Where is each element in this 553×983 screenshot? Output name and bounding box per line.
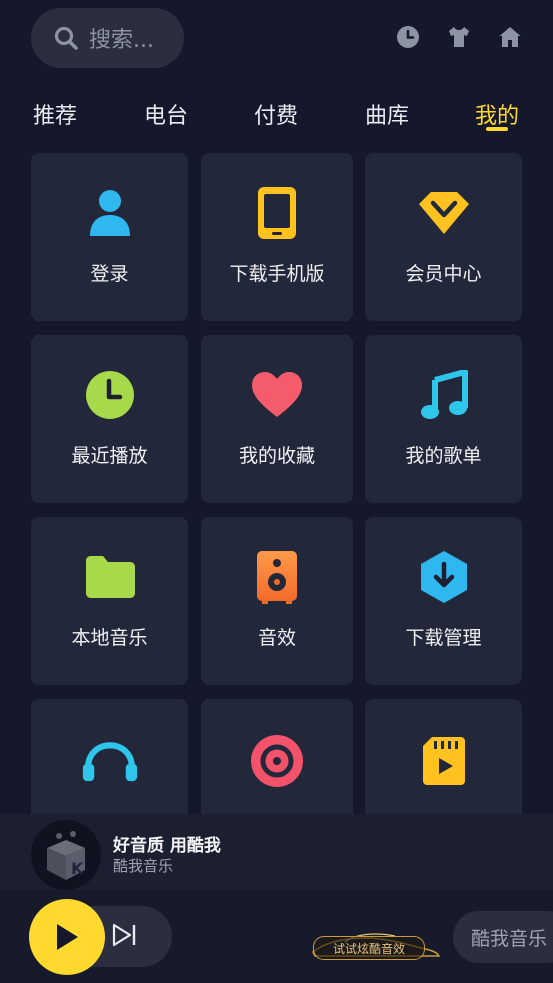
tile-label: 我的歌单 xyxy=(405,445,482,467)
tile-label: 音效 xyxy=(257,627,296,649)
tile-label: 下载管理 xyxy=(405,627,482,649)
tab-paid[interactable]: 付费 xyxy=(254,98,298,130)
tile-recent-play[interactable]: 最近播放 xyxy=(31,335,188,503)
tile-label: 下载手机版 xyxy=(229,263,325,285)
speaker-icon xyxy=(249,549,305,605)
play-button[interactable] xyxy=(29,899,105,975)
phone-icon xyxy=(249,185,305,241)
clock-icon xyxy=(82,367,138,423)
tab-library[interactable]: 曲库 xyxy=(365,98,409,130)
search-placeholder: 搜索... xyxy=(89,28,154,53)
tile-headphones[interactable] xyxy=(31,699,188,829)
play-icon xyxy=(57,924,78,950)
kuwo-logo-icon: K xyxy=(47,831,85,880)
player-controls: 试试炫酷音效 酷我音乐 xyxy=(0,890,553,983)
tile-video-card[interactable] xyxy=(365,699,522,829)
download-icon xyxy=(416,549,472,605)
top-toolbar xyxy=(395,24,523,50)
tile-vinyl[interactable] xyxy=(201,699,353,829)
tile-my-playlists[interactable]: 我的歌单 xyxy=(365,335,522,503)
app-name-pill[interactable]: 酷我音乐 xyxy=(453,911,553,963)
tile-label: 最近播放 xyxy=(71,445,148,467)
tile-download-mobile[interactable]: 下载手机版 xyxy=(201,153,353,321)
track-artist: 酷我音乐 xyxy=(113,857,174,875)
skin-shirt-icon[interactable] xyxy=(446,24,472,50)
tab-radio[interactable]: 电台 xyxy=(144,98,188,130)
tile-favorites[interactable]: 我的收藏 xyxy=(201,335,353,503)
vip-diamond-icon xyxy=(416,185,472,241)
music-note-icon xyxy=(416,367,472,423)
track-title: 好音质 用酷我 xyxy=(113,836,221,856)
search-bar[interactable]: 搜索... xyxy=(31,8,184,68)
tab-bar: 推荐 电台 付费 曲库 我的 xyxy=(0,98,553,138)
tile-label: 登录 xyxy=(90,263,129,285)
video-card-icon xyxy=(416,733,472,789)
history-clock-icon[interactable] xyxy=(395,24,421,50)
tab-recommend[interactable]: 推荐 xyxy=(33,98,77,130)
home-icon[interactable] xyxy=(497,24,523,50)
tile-label: 本地音乐 xyxy=(71,627,148,649)
next-track-icon[interactable] xyxy=(110,920,140,950)
now-playing-bar[interactable]: K 好音质 用酷我 酷我音乐 xyxy=(0,814,553,890)
album-art: K xyxy=(31,820,101,890)
folder-icon xyxy=(82,549,138,605)
tile-label: 会员中心 xyxy=(405,263,482,285)
tile-label: 我的收藏 xyxy=(238,445,315,467)
tile-download-manager[interactable]: 下载管理 xyxy=(365,517,522,685)
sound-effect-promo[interactable]: 试试炫酷音效 xyxy=(313,936,425,960)
svg-text:K: K xyxy=(71,859,84,878)
search-icon xyxy=(54,26,78,50)
vinyl-icon xyxy=(249,733,305,789)
active-tab-indicator xyxy=(486,127,508,131)
tile-local-music[interactable]: 本地音乐 xyxy=(31,517,188,685)
tile-login[interactable]: 登录 xyxy=(31,153,188,321)
user-icon xyxy=(82,185,138,241)
tile-sound-effects[interactable]: 音效 xyxy=(201,517,353,685)
headphones-icon xyxy=(82,733,138,789)
tile-vip-center[interactable]: 会员中心 xyxy=(365,153,522,321)
tab-mine[interactable]: 我的 xyxy=(475,98,519,130)
heart-icon xyxy=(249,367,305,423)
